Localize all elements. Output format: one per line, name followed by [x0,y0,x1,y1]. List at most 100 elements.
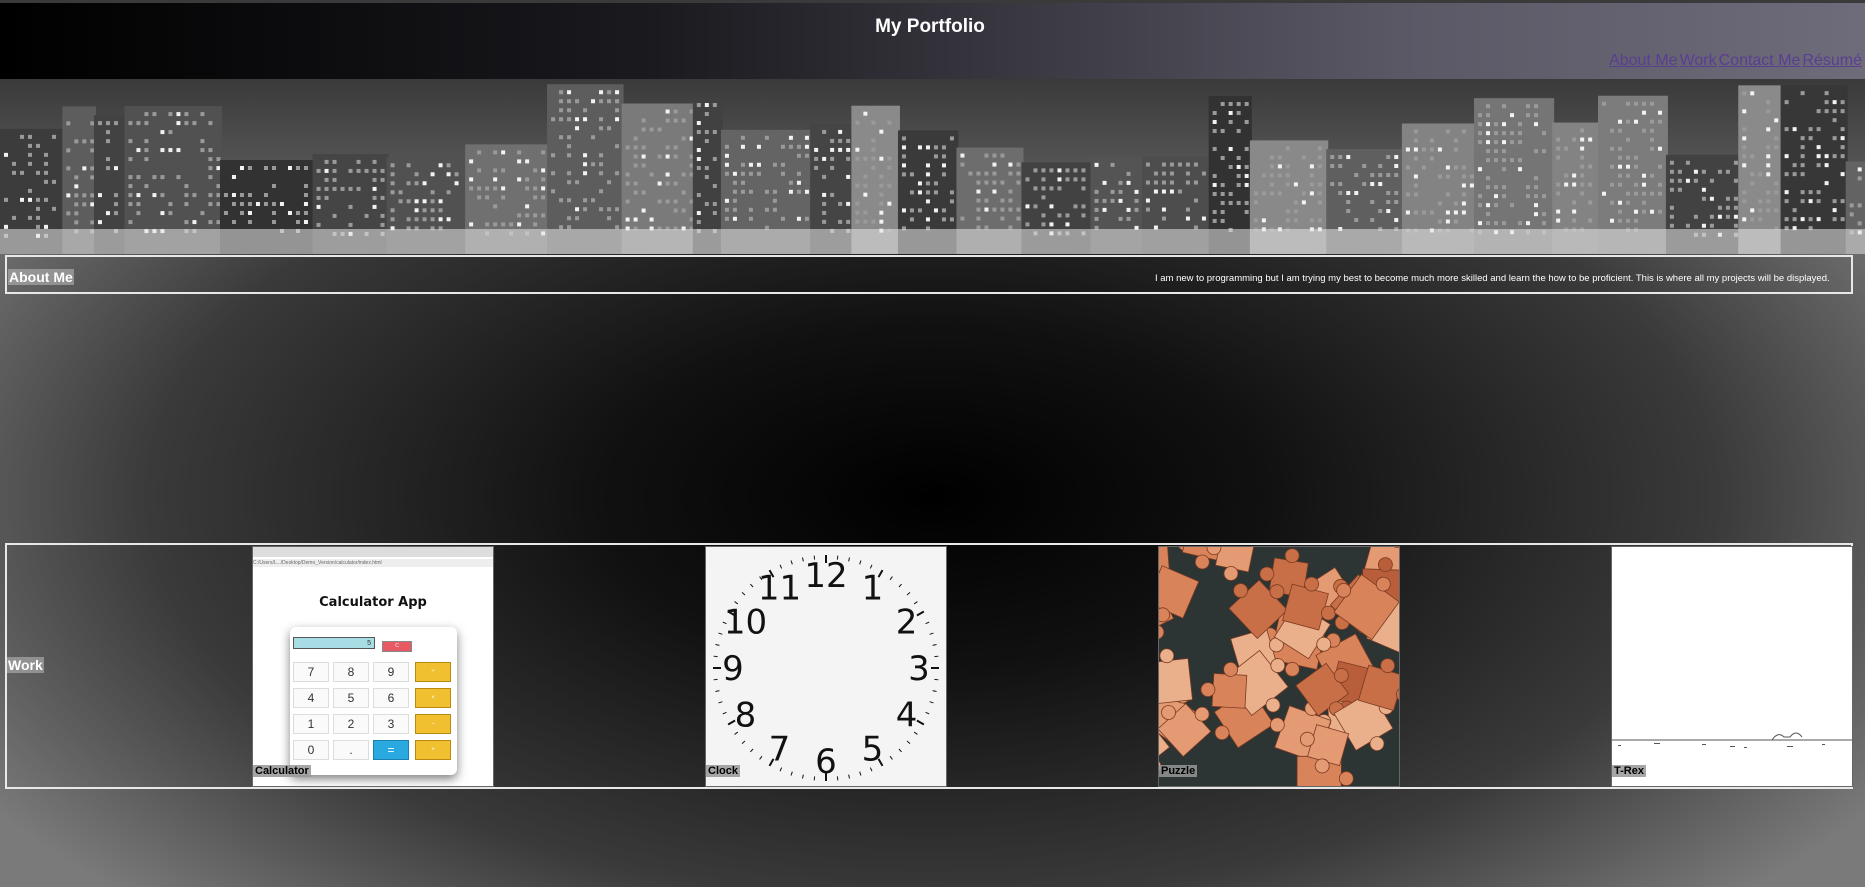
window [1669,205,1674,210]
window [599,171,604,176]
window [724,207,729,212]
window [1580,128,1585,133]
clock-tick [932,644,937,646]
window [1285,173,1290,178]
window [1800,172,1805,177]
window [1073,177,1078,182]
window [1057,213,1062,218]
window [1709,223,1714,228]
clock-tick [898,748,902,753]
window [1386,200,1391,205]
project-card-clock[interactable]: 12 1 2 3 4 5 6 7 8 9 10 11 Clock [705,546,947,787]
window [1370,200,1375,205]
window [1518,167,1523,172]
window [1625,218,1630,223]
window [477,150,482,155]
window [1502,140,1507,145]
window [1742,127,1747,132]
window [1742,136,1747,141]
window [879,210,884,215]
window [1429,138,1434,143]
window [1580,191,1585,196]
window [830,138,835,143]
window [74,193,79,198]
nav-link-resume[interactable]: Résumé [1802,52,1862,69]
window [517,213,522,218]
window [724,171,729,176]
window [1518,221,1523,226]
window [724,144,729,149]
window [992,162,997,167]
clock-tick [906,740,911,744]
window [615,225,620,230]
window [1742,163,1747,168]
window [1228,146,1233,151]
window [208,220,213,225]
window [1228,119,1233,124]
window [1413,210,1418,215]
window [1580,182,1585,187]
clock-tick [889,755,893,760]
window [1094,189,1099,194]
window [1641,200,1646,205]
clock-tick [741,740,746,744]
window [732,180,737,185]
window [28,215,32,220]
window [1625,119,1630,124]
window [128,139,133,144]
window [216,193,221,198]
window [422,217,427,222]
window [696,193,701,198]
window [1478,131,1483,136]
window [838,138,843,143]
window [1800,217,1805,222]
window [1792,172,1797,177]
window [567,135,572,140]
window [1126,216,1131,221]
window [1016,171,1021,176]
window [992,180,997,185]
calculator-key: 6 [373,688,409,708]
window [144,157,149,162]
window [1285,164,1290,169]
window [1437,201,1442,206]
window [1453,138,1458,143]
window [559,108,564,113]
window [1625,191,1630,196]
window [105,157,110,162]
window [1033,168,1038,173]
window [1572,137,1577,142]
window [1840,136,1845,141]
window [1236,164,1241,169]
window [1394,200,1399,205]
window [271,210,276,215]
window [1580,146,1585,151]
window [633,136,638,141]
window [1717,214,1722,219]
window [887,201,892,206]
project-card-t-rex[interactable]: T-Rex [1611,546,1853,787]
window [1309,191,1314,196]
window [1824,163,1829,168]
nav-link-work[interactable]: Work [1680,52,1717,69]
window [1317,182,1322,187]
calculator-app-title: Calculator App [319,595,427,610]
window [748,207,753,212]
window [1169,162,1174,167]
window [567,144,572,149]
window [1049,168,1054,173]
window [184,112,189,117]
window [641,145,646,150]
window [863,219,868,224]
window [271,183,276,188]
nav-link-about-me[interactable]: About Me [1609,52,1677,69]
project-card-calculator[interactable]: C:/Users/L.../Desktop/Demo_Version/calcu… [252,546,494,787]
window [1766,127,1771,132]
nav-link-contact-me[interactable]: Contact Me [1719,52,1801,69]
window [1309,173,1314,178]
project-card-puzzle[interactable]: Puzzle [1158,546,1400,787]
window [1469,174,1474,179]
window [1657,164,1662,169]
window [925,181,930,186]
window [200,211,205,216]
